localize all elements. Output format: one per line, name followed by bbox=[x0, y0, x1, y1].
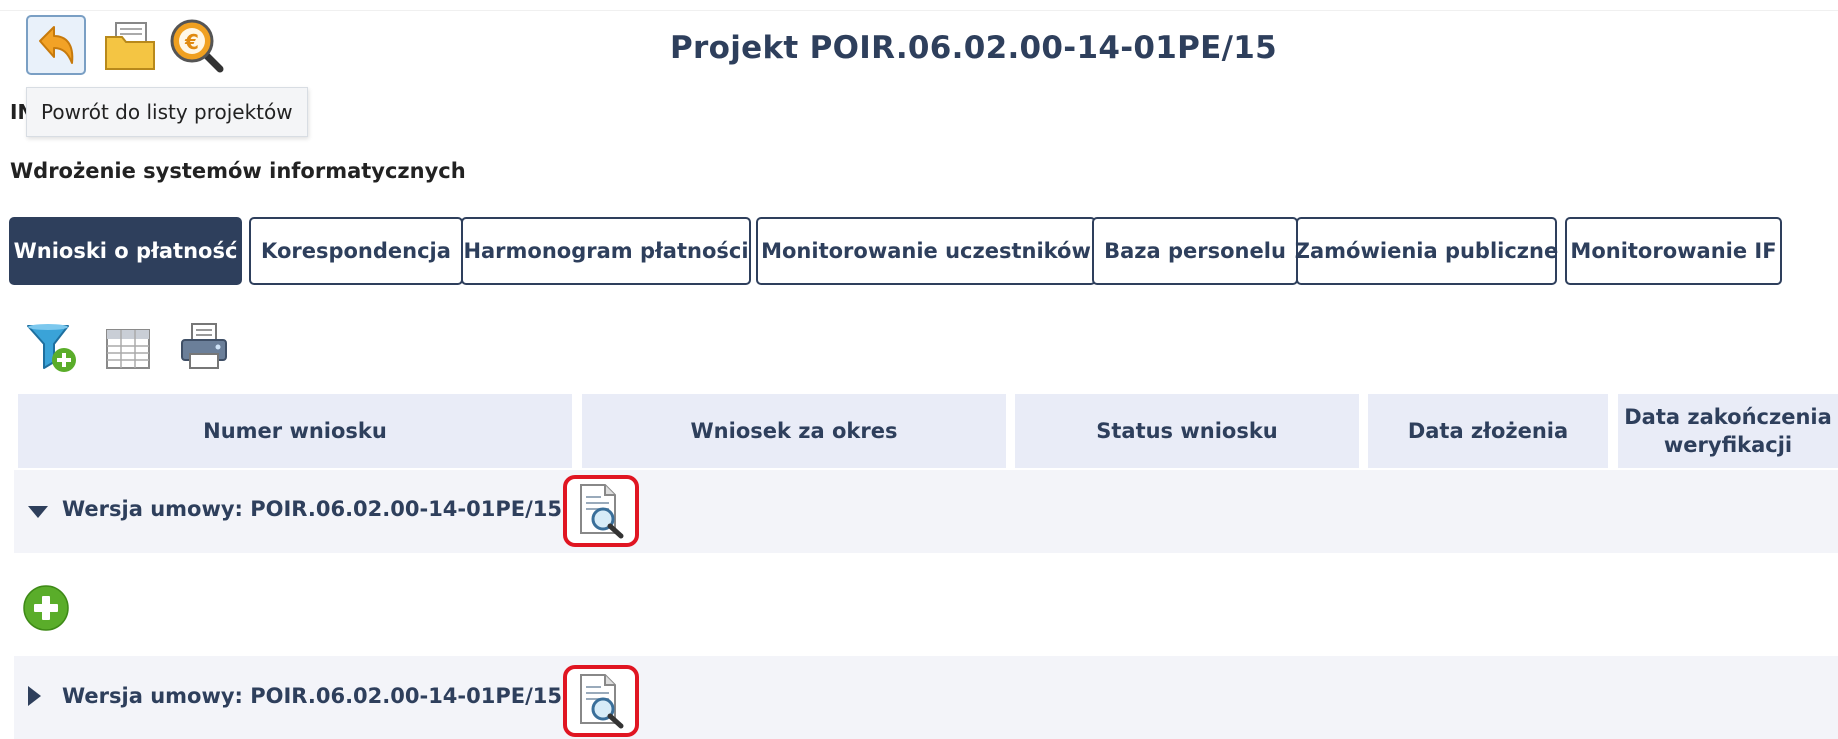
preview-button[interactable] bbox=[563, 665, 639, 737]
contract-version-label: Wersja umowy: POIR.06.02.00-14-01PE/15-0… bbox=[62, 684, 600, 708]
column-header-numer-wniosku[interactable]: Numer wniosku bbox=[18, 394, 572, 468]
expanded-arrow-icon[interactable] bbox=[28, 506, 48, 518]
contract-version-row[interactable]: Wersja umowy: POIR.06.02.00-14-01PE/15-0… bbox=[14, 470, 1838, 553]
columns-button[interactable] bbox=[105, 328, 151, 374]
column-header-status-wniosku[interactable]: Status wniosku bbox=[1015, 394, 1359, 468]
filter-add-icon bbox=[27, 324, 76, 372]
top-border bbox=[0, 0, 1838, 11]
printer-icon bbox=[181, 323, 227, 369]
add-application-button[interactable] bbox=[22, 584, 70, 632]
tab-wnioski-o-platnosc[interactable]: Wnioski o płatność bbox=[9, 217, 242, 285]
column-header-data-zlozenia[interactable]: Data złożenia bbox=[1368, 394, 1608, 468]
tab-monitorowanie-if[interactable]: Monitorowanie IF bbox=[1565, 217, 1782, 285]
document-search-icon bbox=[580, 484, 624, 539]
tab-baza-personelu[interactable]: Baza personelu bbox=[1092, 217, 1298, 285]
documents-button[interactable] bbox=[100, 15, 160, 75]
back-button[interactable] bbox=[26, 15, 86, 75]
collapsed-arrow-icon[interactable] bbox=[28, 686, 41, 706]
back-tooltip: Powrót do listy projektów bbox=[26, 87, 308, 137]
page-title: Projekt POIR.06.02.00-14-01PE/15 bbox=[670, 30, 1277, 66]
add-filter-button[interactable] bbox=[26, 322, 80, 378]
column-header-wniosek-za-okres[interactable]: Wniosek za okres bbox=[582, 394, 1006, 468]
column-header-data-zakonczenia-weryfikacji[interactable]: Data zakończenia weryfikacji bbox=[1618, 394, 1838, 468]
project-subtitle: Wdrożenie systemów informatycznych bbox=[10, 159, 466, 183]
tab-harmonogram-platnosci[interactable]: Harmonogram płatności bbox=[461, 217, 751, 285]
table-icon bbox=[106, 329, 150, 369]
back-arrow-icon bbox=[39, 26, 74, 64]
payments-button[interactable]: € bbox=[168, 15, 228, 75]
tab-zamowienia-publiczne[interactable]: Zamówienia publiczne bbox=[1295, 217, 1558, 285]
document-search-icon bbox=[580, 674, 624, 729]
plus-circle-icon bbox=[23, 585, 69, 631]
print-button[interactable] bbox=[178, 322, 232, 376]
contract-version-label: Wersja umowy: POIR.06.02.00-14-01PE/15-0… bbox=[62, 497, 600, 521]
contract-version-row[interactable]: Wersja umowy: POIR.06.02.00-14-01PE/15-0… bbox=[14, 656, 1838, 739]
euro-search-icon: € bbox=[170, 19, 224, 73]
svg-text:€: € bbox=[184, 30, 199, 54]
tab-monitorowanie-uczestnikow[interactable]: Monitorowanie uczestników bbox=[756, 217, 1096, 285]
preview-button[interactable] bbox=[563, 475, 639, 547]
folder-icon bbox=[105, 22, 155, 70]
tab-korespondencja[interactable]: Korespondencja bbox=[249, 217, 463, 285]
